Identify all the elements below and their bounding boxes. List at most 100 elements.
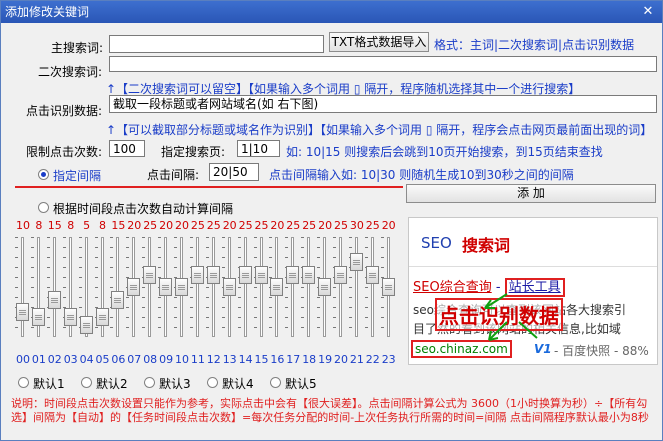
slider-track[interactable] xyxy=(52,237,56,337)
preview-divider xyxy=(409,266,657,267)
slider-track[interactable] xyxy=(259,237,263,337)
hour-label: 23 xyxy=(381,353,396,366)
hour-slider-05[interactable]: 8 05 xyxy=(94,219,111,369)
slider-thumb[interactable] xyxy=(159,278,173,296)
preset-radio-4[interactable] xyxy=(207,377,218,388)
divider xyxy=(15,186,403,188)
slider-thumb[interactable] xyxy=(31,308,45,326)
slider-thumb[interactable] xyxy=(47,290,61,309)
preset-label: 默认1 xyxy=(33,377,65,391)
slider-track[interactable] xyxy=(370,237,374,337)
arrow-icon xyxy=(484,293,538,341)
hour-slider-18[interactable]: 25 18 xyxy=(301,219,317,369)
hour-slider-15[interactable]: 25 15 xyxy=(253,219,270,369)
slider-thumb[interactable] xyxy=(143,265,157,284)
slider-thumb[interactable] xyxy=(79,315,93,334)
slider-thumb[interactable] xyxy=(286,265,300,284)
slider-thumb[interactable] xyxy=(365,265,379,284)
hour-slider-06[interactable]: 15 06 xyxy=(110,219,126,369)
hour-slider-13[interactable]: 20 13 xyxy=(221,219,238,369)
slider-thumb[interactable] xyxy=(111,290,125,309)
slider-ticks xyxy=(348,237,352,337)
slider-thumb[interactable] xyxy=(349,253,363,271)
slider-track[interactable] xyxy=(243,237,247,337)
preview-title: 搜索词 xyxy=(462,236,511,255)
preset-label: 默认5 xyxy=(285,377,317,391)
note-text: 说明：时间段点击次数设置只能作为参考，实际点击中会有【很大误差】。点击间隔计算公… xyxy=(11,397,649,424)
hour-slider-04[interactable]: 5 04 xyxy=(78,219,95,369)
slider-ticks xyxy=(46,237,50,337)
hour-slider-02[interactable]: 15 02 xyxy=(46,219,63,369)
slider-track[interactable] xyxy=(195,237,199,337)
hour-value: 20 xyxy=(381,219,396,232)
slider-thumb[interactable] xyxy=(381,278,395,296)
slider-thumb[interactable] xyxy=(95,308,109,326)
hour-slider-20[interactable]: 25 20 xyxy=(333,219,349,369)
main-keyword-input[interactable] xyxy=(109,35,324,53)
hour-slider-09[interactable]: 20 09 xyxy=(158,219,174,369)
click-interval-label: 点击间隔: xyxy=(147,168,200,182)
hour-slider-10[interactable]: 20 10 xyxy=(174,219,190,369)
click-interval-input[interactable]: 20|50 xyxy=(209,163,259,181)
slider-thumb[interactable] xyxy=(206,265,220,284)
slider-thumb[interactable] xyxy=(63,308,77,326)
slider-thumb[interactable] xyxy=(254,265,268,284)
add-button[interactable]: 添 加 xyxy=(406,184,656,203)
slider-thumb[interactable] xyxy=(318,278,332,296)
format-hint: 格式：主词|二次搜索词|点击识别数据 xyxy=(434,38,635,52)
slider-thumb[interactable] xyxy=(127,278,141,296)
preset-radio-1[interactable] xyxy=(18,377,29,388)
hour-slider-22[interactable]: 25 22 xyxy=(364,219,381,369)
slider-ticks xyxy=(364,237,368,337)
slider-ticks xyxy=(110,237,114,337)
secondary-keyword-input[interactable] xyxy=(109,56,657,72)
hour-slider-17[interactable]: 25 17 xyxy=(285,219,301,369)
hour-slider-16[interactable]: 20 16 xyxy=(269,219,285,369)
click-limit-input[interactable]: 100 xyxy=(109,140,145,157)
slider-track[interactable] xyxy=(116,237,120,337)
hour-slider-12[interactable]: 25 12 xyxy=(205,219,222,369)
preset-radio-3[interactable] xyxy=(144,377,155,388)
slider-thumb[interactable] xyxy=(238,265,252,284)
click-limit-label: 限制点击次数: xyxy=(26,145,103,159)
slider-thumb[interactable] xyxy=(190,265,204,284)
hour-slider-19[interactable]: 20 19 xyxy=(317,219,333,369)
click-data-label: 点击识别数据: xyxy=(26,104,103,118)
preset-radio-5[interactable] xyxy=(270,377,281,388)
window-title: 添加修改关键词 xyxy=(5,5,90,19)
hour-slider-01[interactable]: 8 01 xyxy=(30,219,47,369)
slider-thumb[interactable] xyxy=(222,278,236,296)
txt-import-button[interactable]: TXT格式数据导入 xyxy=(329,32,429,52)
slider-track[interactable] xyxy=(354,237,358,337)
hour-slider-21[interactable]: 30 21 xyxy=(348,219,365,369)
slider-track[interactable] xyxy=(211,237,215,337)
hour-slider-00[interactable]: 10 00 xyxy=(15,219,31,369)
slider-track[interactable] xyxy=(21,237,24,337)
slider-ticks xyxy=(142,237,146,337)
slider-thumb[interactable] xyxy=(302,265,316,284)
hour-slider-03[interactable]: 8 03 xyxy=(62,219,79,369)
hour-slider-11[interactable]: 25 11 xyxy=(189,219,206,369)
slider-track[interactable] xyxy=(339,237,342,337)
slider-thumb[interactable] xyxy=(175,278,188,296)
interval-radio[interactable] xyxy=(38,169,49,180)
hour-slider-23[interactable]: 20 23 xyxy=(380,219,397,369)
hour-sliders: 10 00 8 01 15 02 8 03 5 04 8 05 15 06 20 07 25 08 20 09 20 10… xyxy=(15,219,405,369)
hour-slider-14[interactable]: 25 14 xyxy=(237,219,254,369)
slider-thumb[interactable] xyxy=(334,265,347,284)
slider-track[interactable] xyxy=(291,237,295,337)
slider-thumb[interactable] xyxy=(270,278,284,296)
slider-track[interactable] xyxy=(148,237,152,337)
click-data-input[interactable]: 截取一段标题或者网站域名(如 右下图) xyxy=(109,95,657,113)
hour-slider-07[interactable]: 20 07 xyxy=(126,219,142,369)
slider-thumb[interactable] xyxy=(16,303,29,321)
interval-hint: 点击间隔输入如: 10|30 则随机生成10到30秒之间的间隔 xyxy=(269,168,574,182)
auto-interval-radio[interactable] xyxy=(38,202,49,213)
close-icon[interactable]: ✕ xyxy=(640,4,656,20)
slider-track[interactable] xyxy=(307,237,311,337)
search-pages-input[interactable]: 1|10 xyxy=(237,140,280,157)
preset-radio-2[interactable] xyxy=(81,377,92,388)
hour-slider-08[interactable]: 25 08 xyxy=(142,219,158,369)
search-pages-hint: 如: 10|15 则搜索后会跳到10页开始搜索，到15页结束查找 xyxy=(286,145,603,159)
preset-label: 默认4 xyxy=(222,377,254,391)
